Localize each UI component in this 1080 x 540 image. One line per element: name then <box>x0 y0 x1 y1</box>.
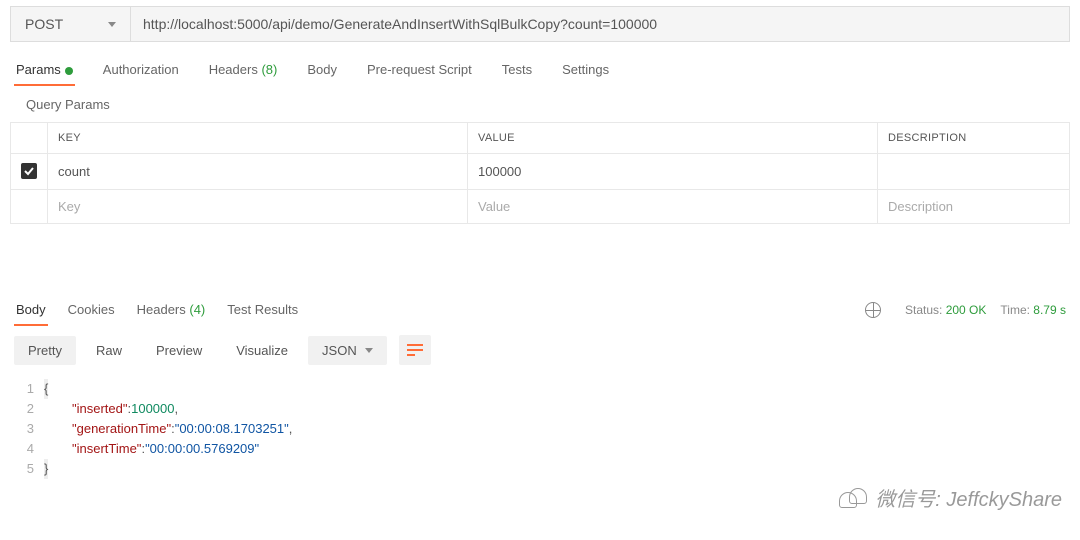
url-input[interactable] <box>131 7 1069 41</box>
tab-body[interactable]: Body <box>305 56 339 85</box>
time-value: 8.79 s <box>1033 303 1066 317</box>
tab-prerequest[interactable]: Pre-request Script <box>365 56 474 85</box>
rtab-body[interactable]: Body <box>14 294 48 325</box>
param-key[interactable]: count <box>48 154 468 190</box>
param-desc[interactable] <box>878 154 1070 190</box>
raw-button[interactable]: Raw <box>82 336 136 365</box>
globe-icon[interactable] <box>865 302 881 318</box>
table-row-new: Key Value Description <box>11 190 1070 224</box>
watermark: 微信号: JeffckyShare <box>839 483 1062 512</box>
request-tabs: Params Authorization Headers (8) Body Pr… <box>0 48 1080 85</box>
wechat-icon <box>839 485 869 511</box>
col-key: KEY <box>48 123 468 154</box>
response-tabs: Body Cookies Headers (4) Test Results St… <box>0 294 1080 325</box>
tab-headers[interactable]: Headers (8) <box>207 56 280 85</box>
param-value[interactable]: 100000 <box>468 154 878 190</box>
active-indicator-icon <box>65 67 73 75</box>
rtab-test-results[interactable]: Test Results <box>225 294 300 325</box>
status-value: 200 OK <box>946 303 987 317</box>
chevron-down-icon <box>365 348 373 353</box>
param-desc-placeholder[interactable]: Description <box>878 190 1070 224</box>
tab-settings[interactable]: Settings <box>560 56 611 85</box>
response-body[interactable]: 1{ 2"inserted": 100000, 3"generationTime… <box>0 375 1080 483</box>
tab-tests[interactable]: Tests <box>500 56 534 85</box>
http-method-value: POST <box>25 16 63 32</box>
chevron-down-icon <box>108 22 116 27</box>
rtab-cookies[interactable]: Cookies <box>66 294 117 325</box>
query-params-title: Query Params <box>0 85 1080 122</box>
col-value: VALUE <box>468 123 878 154</box>
query-params-table: KEY VALUE DESCRIPTION count 100000 Key V… <box>10 122 1070 224</box>
format-select[interactable]: JSON <box>308 336 387 365</box>
visualize-button[interactable]: Visualize <box>222 336 302 365</box>
rtab-headers[interactable]: Headers (4) <box>135 294 208 325</box>
pretty-button[interactable]: Pretty <box>14 336 76 365</box>
param-key-placeholder[interactable]: Key <box>48 190 468 224</box>
wrap-lines-button[interactable] <box>399 335 431 365</box>
param-value-placeholder[interactable]: Value <box>468 190 878 224</box>
preview-button[interactable]: Preview <box>142 336 216 365</box>
tab-authorization[interactable]: Authorization <box>101 56 181 85</box>
col-desc: DESCRIPTION <box>878 123 1070 154</box>
tab-params[interactable]: Params <box>14 56 75 85</box>
checkbox-icon[interactable] <box>21 163 37 179</box>
http-method-select[interactable]: POST <box>11 7 131 41</box>
response-view-bar: Pretty Raw Preview Visualize JSON <box>0 325 1080 375</box>
table-row: count 100000 <box>11 154 1070 190</box>
